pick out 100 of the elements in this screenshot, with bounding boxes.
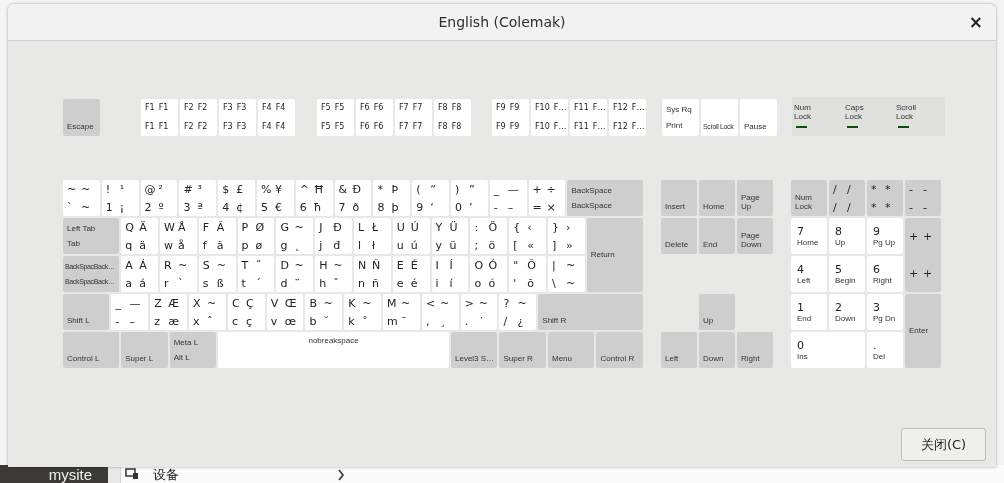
- key-legend: ): [455, 182, 469, 196]
- indicator-light-icon: [847, 126, 858, 128]
- key-legend: J: [319, 220, 334, 234]
- key-legend: F…: [631, 103, 645, 114]
- key-label: Num Lock: [795, 193, 813, 211]
- key-legend: ð: [352, 200, 372, 214]
- key-legend: Z: [154, 296, 169, 310]
- key-legend: F…: [553, 121, 567, 132]
- key-legend: Ü: [449, 220, 469, 234]
- indicator-label: Num Lock: [794, 103, 812, 121]
- key-legend: Ħ: [313, 182, 333, 196]
- key-legend: ø: [255, 238, 275, 252]
- key-legend: í: [449, 276, 469, 290]
- key-legend: 5: [261, 200, 275, 214]
- key-legend: H: [319, 258, 334, 272]
- key-legend: ª: [197, 200, 217, 214]
- key-legend: b: [309, 314, 324, 328]
- key-legend: 7: [338, 200, 353, 214]
- key-legend: Ç: [245, 296, 265, 310]
- key-legend: æ: [168, 314, 188, 328]
- key-legend: F7: [399, 103, 409, 114]
- key-legend: F1: [145, 103, 155, 114]
- key-legend: +: [923, 230, 941, 243]
- key-legend: 2: [144, 200, 159, 214]
- key-legend: F…: [592, 103, 606, 114]
- key-legend: ": [513, 258, 528, 272]
- key-legend: ~: [439, 296, 459, 310]
- key-legend: »: [566, 238, 585, 252]
- key-legend: þ: [391, 200, 411, 214]
- key-legend: q: [125, 238, 140, 252]
- key-legend: F6: [360, 121, 370, 132]
- key-legend: 2: [835, 301, 865, 314]
- key-legend: ': [513, 276, 528, 290]
- key-legend: /: [833, 200, 847, 214]
- key-legend: 0: [797, 339, 865, 352]
- key-legend: ~: [478, 296, 498, 310]
- key-legend: ä: [139, 238, 158, 252]
- key-label: Super R: [503, 354, 534, 363]
- key-legend: ü: [449, 238, 469, 252]
- key-label: Shift L: [67, 316, 91, 325]
- key-legend: Q: [125, 220, 140, 234]
- key-legend: ~: [362, 296, 382, 310]
- key-legend: —: [129, 296, 149, 310]
- key-legend: *: [885, 200, 903, 214]
- key-legend: F: [202, 220, 217, 234]
- key-legend: 6: [873, 263, 903, 276]
- key-legend: o: [474, 276, 489, 290]
- key-legend: ²: [158, 182, 178, 196]
- key-label: Left Tab: [67, 224, 97, 233]
- key-legend: “: [430, 182, 449, 196]
- key-legend: Í: [449, 258, 469, 272]
- key-legend: 3: [873, 301, 903, 314]
- indicator-label: Caps Lock: [845, 103, 865, 121]
- key-legend: F8: [438, 121, 448, 132]
- key-label: Up: [703, 316, 715, 325]
- key-legend: ñ: [372, 276, 391, 290]
- key-legend: %: [261, 182, 275, 196]
- list-item[interactable]: 设备: [121, 465, 345, 483]
- key-legend: 4: [222, 200, 237, 214]
- key-legend: +: [532, 182, 547, 196]
- key-legend: ö: [488, 238, 508, 252]
- key-legend: F5: [334, 103, 345, 114]
- close-dialog-button[interactable]: 关闭(C): [901, 428, 986, 461]
- key-legend: ˛: [294, 238, 314, 252]
- key-legend: ’: [469, 200, 488, 214]
- key-legend: z: [154, 314, 169, 328]
- key-legend: V: [270, 296, 285, 310]
- indicator-light-icon: [898, 126, 909, 128]
- key-legend: 7: [797, 225, 827, 238]
- key-label: Enter: [909, 325, 930, 335]
- key-label: Home: [703, 202, 726, 211]
- key-legend: A: [125, 258, 140, 272]
- key-legend: *: [377, 182, 392, 196]
- key-legend: e: [396, 276, 411, 290]
- key-legend: ~: [401, 296, 420, 310]
- key-legend: l: [358, 238, 372, 252]
- key-legend: Ó: [488, 258, 508, 272]
- key-label: Menu: [552, 354, 573, 363]
- key-label: Insert: [665, 202, 686, 211]
- key-legend: -: [115, 314, 130, 328]
- key-legend: F8: [451, 103, 462, 114]
- key-legend: ~: [67, 182, 81, 196]
- key-legend: é: [410, 276, 430, 290]
- key-legend: ~: [207, 296, 226, 310]
- close-button[interactable]: ×: [965, 12, 986, 32]
- key-legend: L: [358, 220, 372, 234]
- key-label: Super L: [125, 354, 155, 363]
- key-label: BackSpace: [571, 186, 613, 195]
- key-legend: ~: [323, 296, 343, 310]
- key-legend: F5: [321, 103, 331, 114]
- key-legend: F…: [592, 121, 606, 132]
- key-legend: ~: [333, 258, 352, 272]
- key-legend: I: [435, 258, 450, 272]
- key-legend: F8: [438, 103, 448, 114]
- key-legend: M: [387, 296, 402, 310]
- key-label: Print: [666, 120, 684, 130]
- key-legend: F6: [360, 103, 370, 114]
- key-label: End: [797, 314, 813, 323]
- key-legend: -: [909, 182, 923, 196]
- key-legend: E: [396, 258, 411, 272]
